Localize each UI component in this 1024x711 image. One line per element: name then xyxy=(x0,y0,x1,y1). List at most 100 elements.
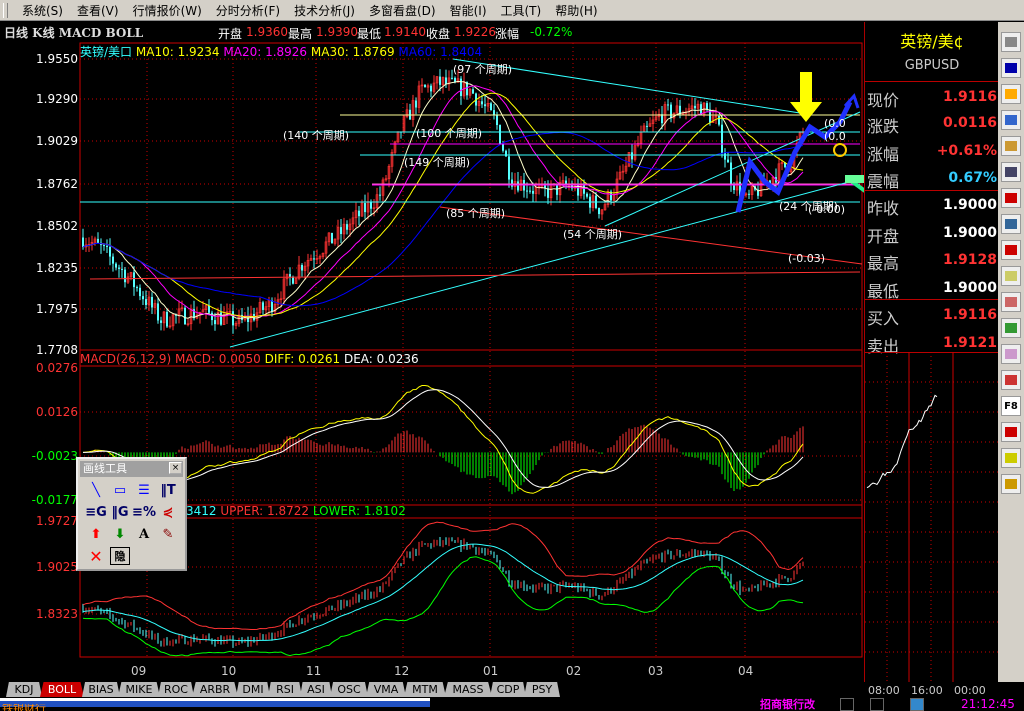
status-bar: 铁银财行 招商银行改 21:12:45 xyxy=(0,698,1024,711)
tab-mass[interactable]: MASS xyxy=(444,682,492,697)
up-arrow-tool-icon[interactable]: ⬆ xyxy=(86,525,106,543)
menu-system[interactable]: 系统(S) xyxy=(22,2,63,19)
kline-chart[interactable]: 1.9550 1.9290 1.9029 1.8762 1.8502 1.823… xyxy=(0,42,864,682)
tab-mike[interactable]: MIKE xyxy=(118,682,160,697)
candlestick-icon[interactable] xyxy=(1001,240,1021,260)
tab-roc[interactable]: ROC xyxy=(158,682,194,697)
intraday-minichart[interactable] xyxy=(865,352,999,682)
tab-kdj[interactable]: KDJ xyxy=(6,682,42,697)
save-icon[interactable] xyxy=(1001,422,1021,442)
period-label: (100 个周期) xyxy=(416,127,483,140)
candle xyxy=(439,76,441,85)
link-icon[interactable] xyxy=(1001,344,1021,364)
line-chart-icon[interactable] xyxy=(1001,188,1021,208)
menu-intraday[interactable]: 分时分析(F) xyxy=(216,2,280,19)
tab-asi[interactable]: ASI xyxy=(300,682,332,697)
chart-title: 日线 K线 MACD BOLL xyxy=(4,26,144,40)
parallel-lines-tool-icon[interactable]: ☰ xyxy=(134,481,154,499)
fib-label: (-0.03) xyxy=(788,252,826,265)
price-tick: 1.8502 xyxy=(36,219,78,233)
tab-dmi[interactable]: DMI xyxy=(236,682,270,697)
quote-label: 涨幅 xyxy=(867,145,900,164)
menu-smart[interactable]: 智能(I) xyxy=(450,2,487,19)
close-value: 1.9226 xyxy=(454,25,496,39)
candle xyxy=(142,296,144,300)
tab-arbr[interactable]: ARBR xyxy=(192,682,238,697)
toolbar-grip[interactable] xyxy=(3,3,8,18)
macd-tick: 0.0126 xyxy=(36,405,78,419)
list-icon[interactable] xyxy=(1001,136,1021,156)
curve-icon[interactable] xyxy=(1001,292,1021,312)
candle xyxy=(124,269,126,283)
candle xyxy=(718,116,720,125)
menu-view[interactable]: 查看(V) xyxy=(77,2,119,19)
candle xyxy=(166,311,168,327)
price-tick: 1.8762 xyxy=(36,177,78,191)
quote-label: 昨收 xyxy=(867,199,900,218)
down-arrow-tool-icon[interactable]: ⬇ xyxy=(110,525,130,543)
line-tool-icon[interactable]: ╲ xyxy=(86,481,106,499)
gann-tool-icon[interactable]: ≡G xyxy=(85,503,107,521)
tab-cdp[interactable]: CDP xyxy=(490,682,526,697)
candle xyxy=(706,103,708,110)
table-icon[interactable] xyxy=(1001,162,1021,182)
quote-row: 涨幅 +0.61% xyxy=(867,139,997,165)
document-icon[interactable] xyxy=(910,698,924,711)
gann-vertical-tool-icon[interactable]: ‖G xyxy=(110,503,130,521)
hide-tool-icon[interactable]: 隐 xyxy=(110,547,130,565)
back-arrow-icon[interactable] xyxy=(1001,84,1021,104)
tab-boll[interactable]: BOLL xyxy=(40,682,84,697)
tab-rsi[interactable]: RSI xyxy=(268,682,302,697)
quote-row: 买入 1.9116 xyxy=(867,303,997,329)
price-legend: 英镑/美口 MA10: 1.9234 MA20: 1.8926 MA30: 1.… xyxy=(80,43,482,60)
macd-tick: -0.0177 xyxy=(31,493,78,507)
menu-technical[interactable]: 技术分析(J) xyxy=(294,2,355,19)
f8-icon[interactable]: F8 xyxy=(1001,396,1021,416)
candle xyxy=(445,77,447,84)
search-icon[interactable] xyxy=(1001,474,1021,494)
fan-tool-icon[interactable]: ⋞ xyxy=(158,503,178,521)
connection-icon[interactable] xyxy=(840,698,854,711)
divider xyxy=(865,190,999,191)
tab-mtm[interactable]: MTM xyxy=(404,682,446,697)
delete-tool-icon[interactable]: ✕ xyxy=(86,547,106,566)
quote-row: 震幅 0.67% xyxy=(867,166,997,192)
menu-tools[interactable]: 工具(T) xyxy=(501,2,542,19)
print-icon[interactable] xyxy=(1001,214,1021,234)
low-value: 1.9140 xyxy=(384,25,426,39)
percent-lines-tool-icon[interactable]: ≡% xyxy=(132,503,156,521)
candle xyxy=(364,203,366,213)
tab-vma[interactable]: VMA xyxy=(366,682,406,697)
candle xyxy=(103,245,105,247)
menu-quotes[interactable]: 行情报价(W) xyxy=(133,2,202,19)
report-icon[interactable] xyxy=(1001,110,1021,130)
macd-value: MACD: 0.0050 xyxy=(174,352,261,366)
chart-window-icon[interactable] xyxy=(1001,266,1021,286)
period-lines-tool-icon[interactable]: ‖T xyxy=(158,481,178,499)
candle xyxy=(301,265,303,271)
tab-bias[interactable]: BIAS xyxy=(82,682,120,697)
fib-label: (-0.00) xyxy=(808,203,846,216)
text-tool-icon[interactable]: A xyxy=(134,525,154,543)
pencil-icon[interactable] xyxy=(1001,448,1021,468)
menu-help[interactable]: 帮助(H) xyxy=(555,2,597,19)
tab-psy[interactable]: PSY xyxy=(524,682,560,697)
menu-multiwindow[interactable]: 多窗看盘(D) xyxy=(369,2,436,19)
columns-icon[interactable] xyxy=(1001,318,1021,338)
bracket-icon[interactable] xyxy=(1001,58,1021,78)
candle xyxy=(586,193,588,197)
eraser-tool-icon[interactable]: ✎ xyxy=(158,525,178,543)
time-label: 00:00 xyxy=(954,684,986,697)
quote-value: +0.61% xyxy=(936,143,997,159)
diff-line xyxy=(82,385,804,494)
rectangle-tool-icon[interactable]: ▭ xyxy=(110,481,130,499)
drawing-toolbox[interactable]: 画线工具 × ╲ ▭ ☰ ‖T ≡G ‖G ≡% ⋞ ⬆ ⬇ A ✎ ✕ 隐 xyxy=(76,457,187,571)
toolbox-title[interactable]: 画线工具 xyxy=(80,461,183,477)
toolbox-close-button[interactable]: × xyxy=(169,462,182,474)
multi-chart-icon[interactable] xyxy=(1001,370,1021,390)
gear-icon[interactable] xyxy=(1001,32,1021,52)
candle xyxy=(502,144,504,151)
user-icon[interactable] xyxy=(870,698,884,711)
tab-osc[interactable]: OSC xyxy=(330,682,368,697)
period-label: (149 个周期) xyxy=(404,156,471,169)
